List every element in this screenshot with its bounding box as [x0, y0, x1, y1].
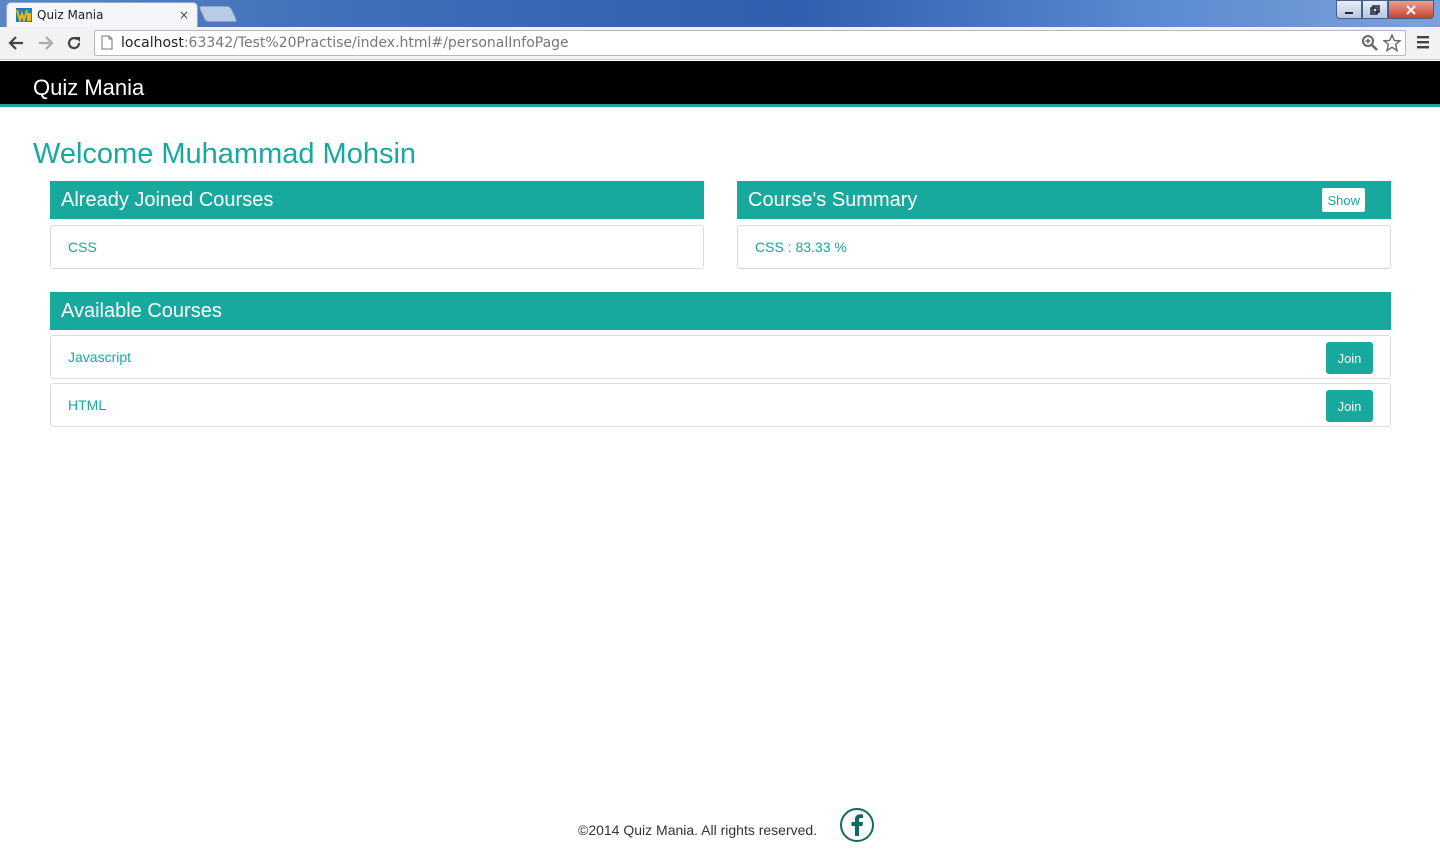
available-courses-header: Available Courses: [50, 292, 1391, 330]
course-summary-header: Course's Summary Show: [737, 181, 1391, 219]
url-path: :63342/Test%20Practise/index.html#/perso…: [183, 35, 569, 51]
tab-title: Quiz Mania: [37, 8, 104, 22]
browser-toolbar: localhost:63342/Test%20Practise/index.ht…: [0, 27, 1440, 60]
tab-close-icon[interactable]: ×: [177, 8, 191, 22]
new-tab-button[interactable]: [198, 6, 238, 22]
app-navbar: Quiz Mania: [0, 61, 1440, 107]
join-javascript-button[interactable]: Join: [1326, 342, 1373, 374]
facebook-icon[interactable]: [840, 808, 874, 842]
close-window-icon[interactable]: [1388, 0, 1434, 19]
back-arrow-icon[interactable]: [6, 33, 26, 53]
bookmark-star-icon[interactable]: [1382, 33, 1402, 57]
available-course-label: HTML: [68, 397, 107, 413]
menu-icon[interactable]: [1416, 34, 1432, 52]
joined-courses-title: Already Joined Courses: [61, 188, 274, 211]
join-html-button[interactable]: Join: [1326, 390, 1373, 422]
minimize-icon[interactable]: [1336, 0, 1362, 19]
summary-item: CSS : 83.33 %: [737, 225, 1391, 269]
available-course-item: HTML Join: [50, 383, 1391, 427]
show-summary-button[interactable]: Show: [1322, 188, 1365, 212]
available-course-item: Javascript Join: [50, 335, 1391, 379]
reload-icon[interactable]: [64, 33, 84, 53]
joined-course-item[interactable]: CSS: [50, 225, 704, 269]
window-controls: [1336, 0, 1434, 19]
footer-copyright: ©2014 Quiz Mania. All rights reserved.: [578, 822, 818, 838]
address-bar[interactable]: localhost:63342/Test%20Practise/index.ht…: [94, 30, 1406, 56]
available-courses-title: Available Courses: [61, 299, 222, 322]
available-course-label: Javascript: [68, 349, 132, 365]
zoom-icon[interactable]: [1361, 34, 1379, 57]
joined-courses-header: Already Joined Courses: [50, 181, 704, 219]
page-title: Welcome Muhammad Mohsin: [33, 138, 417, 170]
webstorm-favicon-icon: [16, 8, 32, 22]
url-host: localhost: [121, 35, 184, 51]
browser-titlebar: Quiz Mania ×: [0, 0, 1440, 27]
url-text: localhost:63342/Test%20Practise/index.ht…: [121, 35, 569, 51]
course-summary-title: Course's Summary: [748, 188, 918, 211]
brand-link[interactable]: Quiz Mania: [33, 75, 144, 101]
joined-course-label: CSS: [68, 239, 97, 255]
restore-icon[interactable]: [1362, 0, 1388, 19]
page-icon: [101, 35, 115, 51]
summary-item-label: CSS : 83.33 %: [755, 239, 847, 255]
browser-tab[interactable]: Quiz Mania ×: [6, 2, 198, 27]
forward-arrow-icon[interactable]: [36, 33, 56, 53]
page-footer: ©2014 Quiz Mania. All rights reserved.: [0, 806, 1440, 846]
